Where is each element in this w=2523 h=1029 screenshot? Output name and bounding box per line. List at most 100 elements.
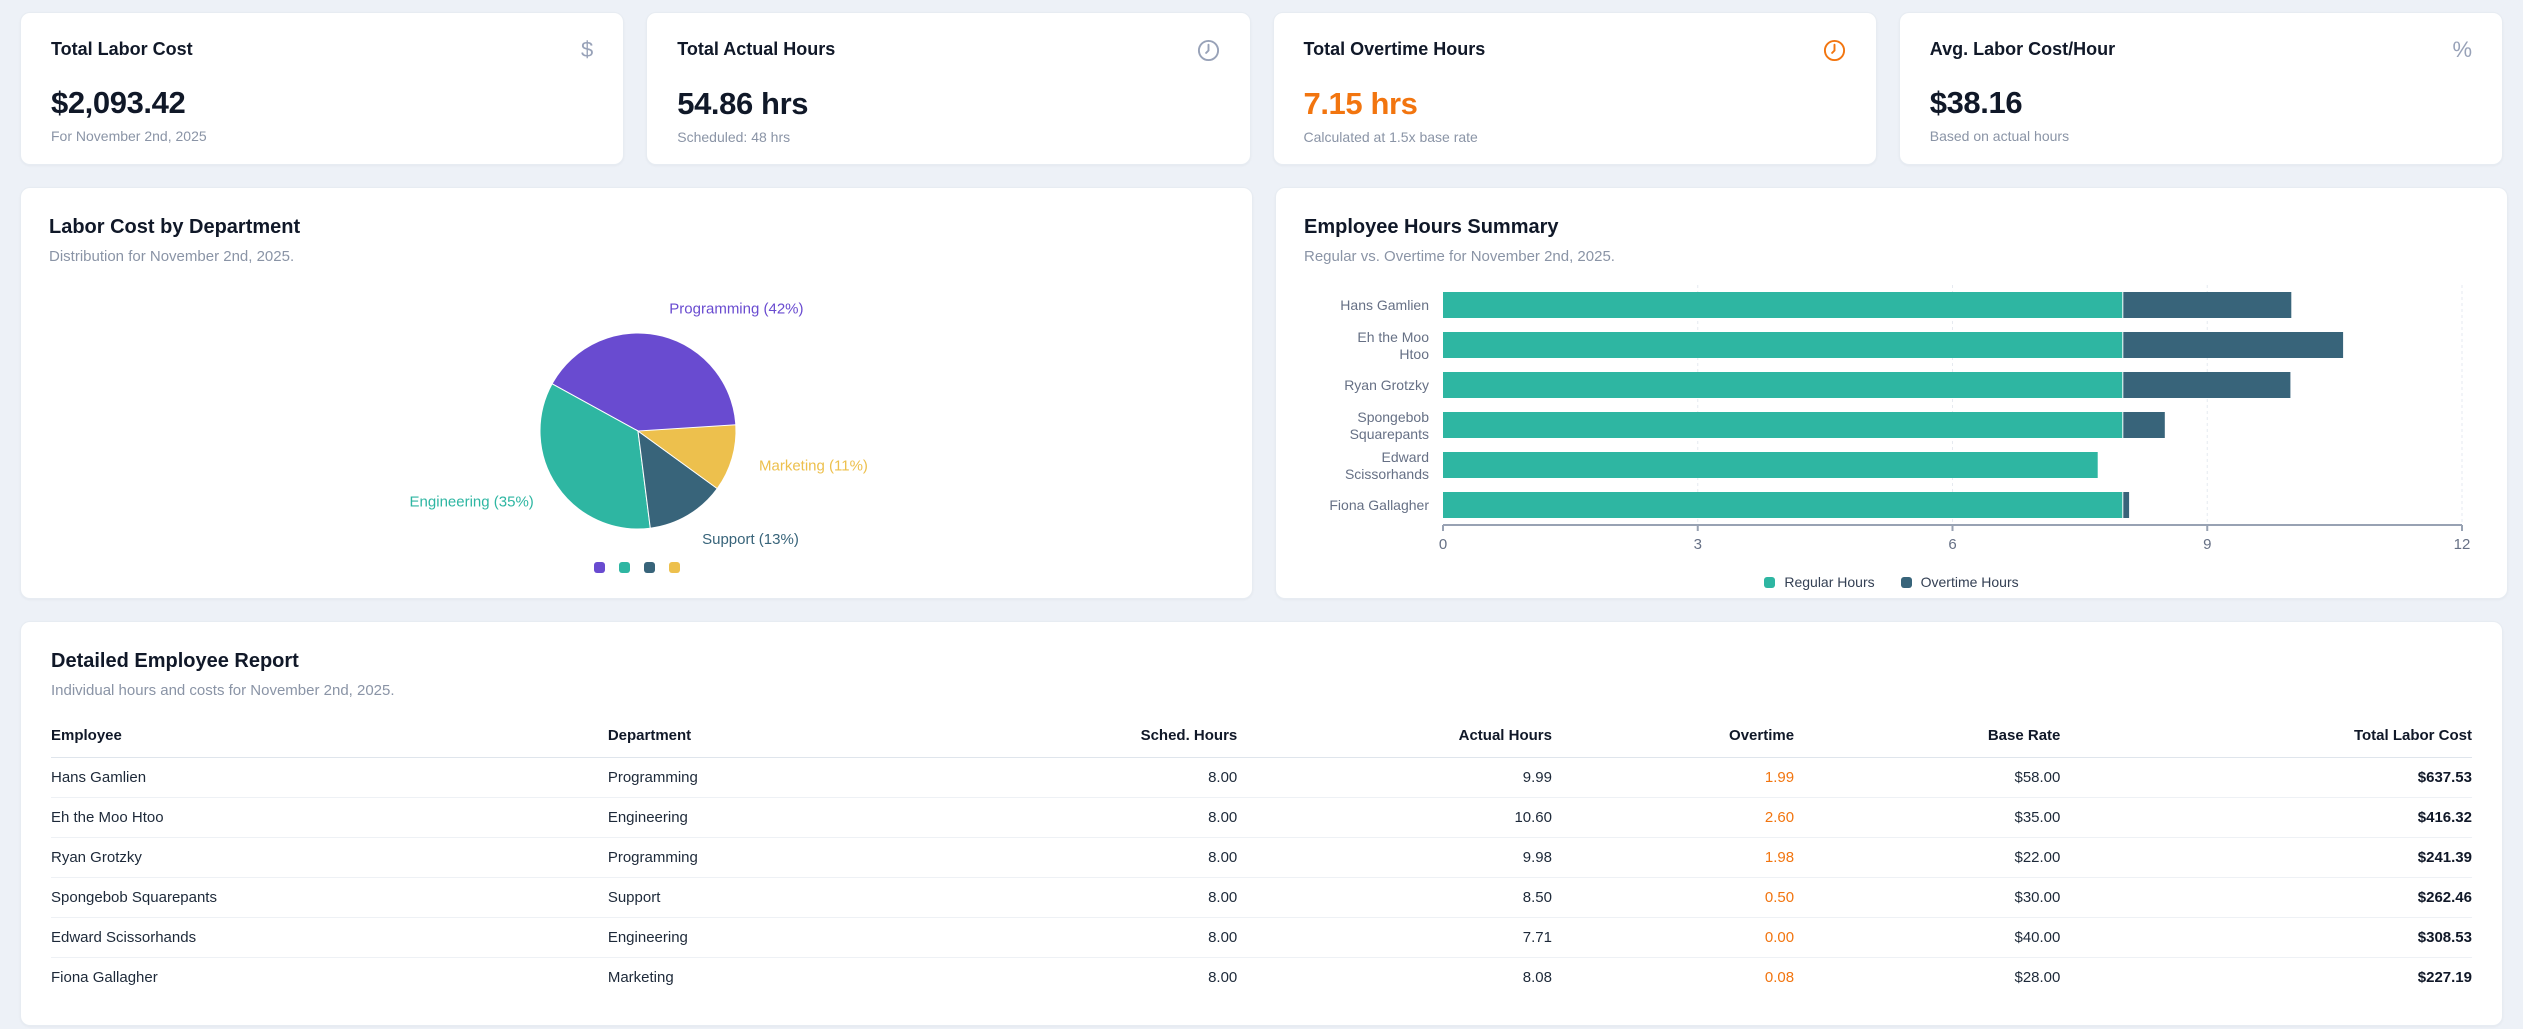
cell-total-labor-cost: $227.19 bbox=[2060, 958, 2472, 998]
bar-overtime-hours-ryan-grotzky[interactable] bbox=[2123, 372, 2290, 398]
cell-base-rate: $30.00 bbox=[1794, 878, 2060, 918]
pie-card-title: Labor Cost by Department bbox=[49, 216, 1224, 239]
legend-item-overtime-hours: Overtime Hours bbox=[1901, 574, 2019, 590]
x-axis-tick-9: 9 bbox=[2203, 536, 2211, 553]
charts-row: Labor Cost by Department Distribution fo… bbox=[20, 187, 2503, 599]
cell-department: Engineering bbox=[608, 798, 971, 838]
cell-overtime: 2.60 bbox=[1552, 798, 1794, 838]
cell-sched-hours: 8.00 bbox=[971, 878, 1237, 918]
table-card-title: Detailed Employee Report bbox=[51, 650, 2472, 673]
pie-chart-card: Labor Cost by Department Distribution fo… bbox=[20, 187, 1253, 599]
cell-actual-hours: 7.71 bbox=[1237, 918, 1552, 958]
pie-chart: Programming (42%) Engineering (35%) Suppor… bbox=[49, 279, 1224, 573]
kpi-subtitle: For November 2nd, 2025 bbox=[51, 128, 593, 144]
cell-actual-hours: 8.08 bbox=[1237, 958, 1552, 998]
bar-chart: Hans GamlienEh the MooHtooRyan GrotzkySp… bbox=[1304, 279, 2479, 590]
table-row-hans-gamlien: Hans GamlienProgramming8.009.991.99$58.0… bbox=[51, 758, 2472, 798]
x-axis-tick-12: 12 bbox=[2454, 536, 2471, 553]
kpi-card-total-overtime-hours: Total Overtime Hours 7.15 hrs Calculated… bbox=[1273, 12, 1877, 165]
kpi-row: Total Labor Cost $ $2,093.42 For Novembe… bbox=[20, 12, 2503, 165]
table-row-edward-scissorhands: Edward ScissorhandsEngineering8.007.710.… bbox=[51, 918, 2472, 958]
pie-legend-swatch-marketing bbox=[669, 562, 680, 573]
y-axis-label-eh-the-moo-htoo: Eh the MooHtoo bbox=[1357, 329, 1429, 362]
bar-chart-legend: Regular Hours Overtime Hours bbox=[1304, 574, 2479, 590]
bar-regular-hours-fiona-gallagher[interactable] bbox=[1443, 492, 2122, 518]
employee-report-table: EmployeeDepartmentSched. HoursActual Hou… bbox=[51, 727, 2472, 997]
cell-overtime: 1.98 bbox=[1552, 838, 1794, 878]
cell-department: Support bbox=[608, 878, 971, 918]
bar-regular-hours-ryan-grotzky[interactable] bbox=[1443, 372, 2122, 398]
bar-overtime-hours-eh-the-moo-htoo[interactable] bbox=[2123, 332, 2343, 358]
cell-sched-hours: 8.00 bbox=[971, 798, 1237, 838]
legend-swatch bbox=[1901, 577, 1912, 588]
cell-total-labor-cost: $308.53 bbox=[2060, 918, 2472, 958]
table-row-ryan-grotzky: Ryan GrotzkyProgramming8.009.981.98$22.0… bbox=[51, 838, 2472, 878]
legend-label: Regular Hours bbox=[1784, 574, 1874, 590]
pie-card-subtitle: Distribution for November 2nd, 2025. bbox=[49, 248, 1224, 265]
table-card-subtitle: Individual hours and costs for November … bbox=[51, 682, 2472, 699]
cell-overtime: 0.00 bbox=[1552, 918, 1794, 958]
y-axis-label-spongebob-squarepants: SpongebobSquarepants bbox=[1350, 409, 1430, 442]
bar-regular-hours-eh-the-moo-htoo[interactable] bbox=[1443, 332, 2122, 358]
percent-icon: % bbox=[2452, 37, 2472, 62]
cell-sched-hours: 8.00 bbox=[971, 758, 1237, 798]
cell-overtime: 0.50 bbox=[1552, 878, 1794, 918]
bar-regular-hours-spongebob-squarepants[interactable] bbox=[1443, 412, 2122, 438]
kpi-subtitle: Calculated at 1.5x base rate bbox=[1304, 129, 1846, 145]
kpi-card-total-actual-hours: Total Actual Hours 54.86 hrs Scheduled: … bbox=[646, 12, 1250, 165]
cell-department: Engineering bbox=[608, 918, 971, 958]
column-header-base-rate: Base Rate bbox=[1794, 727, 2060, 758]
kpi-title: Total Actual Hours bbox=[677, 39, 835, 60]
bar-card-subtitle: Regular vs. Overtime for November 2nd, 2… bbox=[1304, 248, 2479, 265]
dollar-icon: $ bbox=[581, 37, 593, 62]
cell-base-rate: $28.00 bbox=[1794, 958, 2060, 998]
kpi-value: $2,093.42 bbox=[51, 85, 593, 121]
cell-total-labor-cost: $637.53 bbox=[2060, 758, 2472, 798]
x-axis-tick-0: 0 bbox=[1439, 536, 1447, 553]
cell-employee: Spongebob Squarepants bbox=[51, 878, 608, 918]
cell-actual-hours: 8.50 bbox=[1237, 878, 1552, 918]
table-row-fiona-gallagher: Fiona GallagherMarketing8.008.080.08$28.… bbox=[51, 958, 2472, 998]
pie-label-support: Support (13%) bbox=[702, 531, 799, 548]
table-header-row: EmployeeDepartmentSched. HoursActual Hou… bbox=[51, 727, 2472, 758]
cell-employee: Hans Gamlien bbox=[51, 758, 608, 798]
cell-employee: Fiona Gallagher bbox=[51, 958, 608, 998]
cell-total-labor-cost: $241.39 bbox=[2060, 838, 2472, 878]
kpi-title: Total Labor Cost bbox=[51, 39, 193, 60]
x-axis-tick-6: 6 bbox=[1948, 536, 1956, 553]
table-row-spongebob-squarepants: Spongebob SquarepantsSupport8.008.500.50… bbox=[51, 878, 2472, 918]
cell-base-rate: $58.00 bbox=[1794, 758, 2060, 798]
legend-swatch bbox=[1764, 577, 1775, 588]
y-axis-label-edward-scissorhands: EdwardScissorhands bbox=[1345, 449, 1429, 482]
y-axis-label-fiona-gallagher: Fiona Gallagher bbox=[1329, 497, 1429, 513]
column-header-total-labor-cost: Total Labor Cost bbox=[2060, 727, 2472, 758]
x-axis-tick-3: 3 bbox=[1694, 536, 1702, 553]
bar-card-title: Employee Hours Summary bbox=[1304, 216, 2479, 239]
cell-actual-hours: 10.60 bbox=[1237, 798, 1552, 838]
kpi-title: Total Overtime Hours bbox=[1304, 39, 1486, 60]
bar-overtime-hours-hans-gamlien[interactable] bbox=[2123, 292, 2291, 318]
bar-regular-hours-hans-gamlien[interactable] bbox=[1443, 292, 2122, 318]
pie-label-programming: Programming (42%) bbox=[669, 301, 803, 318]
kpi-value: $38.16 bbox=[1930, 85, 2472, 121]
bar-regular-hours-edward-scissorhands[interactable] bbox=[1443, 452, 2098, 478]
cell-base-rate: $22.00 bbox=[1794, 838, 2060, 878]
column-header-overtime: Overtime bbox=[1552, 727, 1794, 758]
cell-sched-hours: 8.00 bbox=[971, 958, 1237, 998]
kpi-card-total-labor-cost: Total Labor Cost $ $2,093.42 For Novembe… bbox=[20, 12, 624, 165]
cell-overtime: 0.08 bbox=[1552, 958, 1794, 998]
pie-label-engineering: Engineering (35%) bbox=[410, 493, 534, 510]
cell-actual-hours: 9.98 bbox=[1237, 838, 1552, 878]
cell-sched-hours: 8.00 bbox=[971, 838, 1237, 878]
bar-chart-card: Employee Hours Summary Regular vs. Overt… bbox=[1275, 187, 2508, 599]
clock-icon bbox=[1823, 39, 1846, 62]
bar-overtime-hours-spongebob-squarepants[interactable] bbox=[2123, 412, 2165, 438]
kpi-value: 54.86 hrs bbox=[677, 86, 1219, 122]
table-row-eh-the-moo-htoo: Eh the Moo HtooEngineering8.0010.602.60$… bbox=[51, 798, 2472, 838]
cell-total-labor-cost: $262.46 bbox=[2060, 878, 2472, 918]
cell-actual-hours: 9.99 bbox=[1237, 758, 1552, 798]
cell-employee: Ryan Grotzky bbox=[51, 838, 608, 878]
pie-legend-swatch-engineering bbox=[619, 562, 630, 573]
y-axis-label-ryan-grotzky: Ryan Grotzky bbox=[1344, 377, 1429, 393]
bar-overtime-hours-fiona-gallagher[interactable] bbox=[2123, 492, 2129, 518]
